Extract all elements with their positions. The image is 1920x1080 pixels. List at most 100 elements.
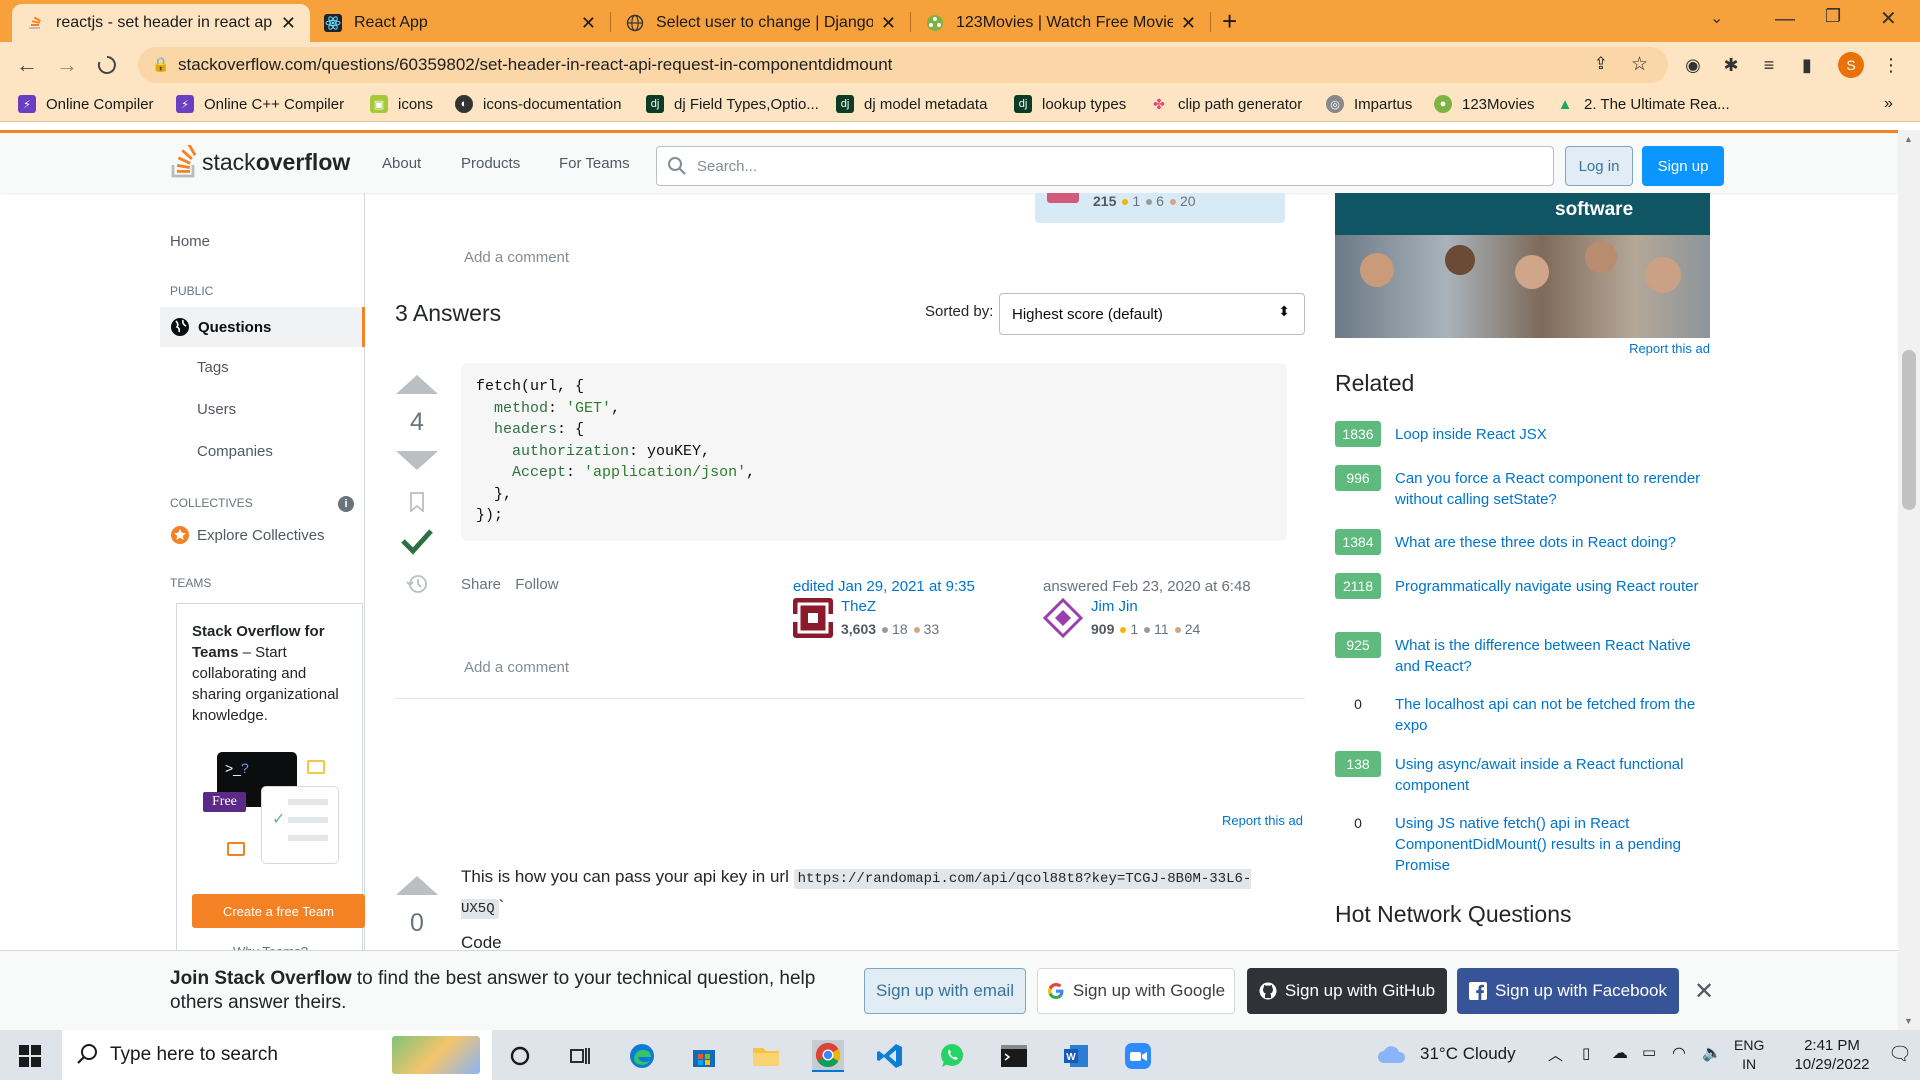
bookmark-dj-field-types[interactable]: dj dj Field Types,Optio... bbox=[646, 95, 819, 113]
media-icon[interactable]: ≡ bbox=[1756, 52, 1782, 78]
signup-email-button[interactable]: Sign up with email bbox=[864, 968, 1026, 1014]
search-input[interactable]: Search... bbox=[656, 146, 1554, 186]
nav-companies[interactable]: Companies bbox=[197, 443, 273, 460]
input-language[interactable]: ENG IN bbox=[1734, 1036, 1764, 1074]
whatsapp-icon[interactable] bbox=[936, 1040, 968, 1072]
onedrive-cloud-icon[interactable]: ☁ bbox=[1612, 1043, 1628, 1063]
close-tab-icon[interactable]: ✕ bbox=[581, 13, 596, 34]
info-icon[interactable]: i bbox=[338, 496, 354, 512]
close-window-icon[interactable]: ✕ bbox=[1880, 6, 1897, 31]
upvote-arrow-icon[interactable] bbox=[396, 375, 438, 394]
file-explorer-icon[interactable] bbox=[750, 1040, 782, 1072]
edge-icon[interactable] bbox=[626, 1040, 658, 1072]
bookmark-online-compiler[interactable]: ⚡ Online Compiler bbox=[18, 95, 154, 113]
tray-overflow-icon[interactable]: ︿ bbox=[1548, 1044, 1563, 1065]
extension-globe-icon[interactable]: ◉ bbox=[1680, 52, 1706, 78]
signup-google-button[interactable]: Sign up with Google bbox=[1037, 968, 1235, 1014]
signup-button[interactable]: Sign up bbox=[1642, 146, 1724, 186]
nav-tags[interactable]: Tags bbox=[197, 359, 229, 376]
minimize-icon[interactable]: — bbox=[1775, 8, 1795, 31]
close-tab-icon[interactable]: ✕ bbox=[281, 13, 296, 34]
bookmark-icon[interactable] bbox=[395, 492, 439, 518]
so-logo[interactable]: stack overflow bbox=[170, 145, 350, 179]
bookmark-online-cpp-compiler[interactable]: ⚡ Online C++ Compiler bbox=[176, 95, 344, 113]
kebab-menu-icon[interactable]: ⋮ bbox=[1878, 52, 1904, 78]
nav-for-teams[interactable]: For Teams bbox=[559, 155, 630, 172]
volume-icon[interactable]: 🔈 bbox=[1702, 1043, 1722, 1063]
advertisement-image[interactable]: software bbox=[1335, 193, 1710, 338]
tab-123movies[interactable]: 123Movies | Watch Free Movies O ✕ bbox=[912, 4, 1210, 42]
user-avatar[interactable] bbox=[1047, 193, 1079, 203]
bookmark-clip-path-generator[interactable]: ✤ clip path generator bbox=[1150, 95, 1302, 113]
bookmark-icons-documentation[interactable]: ◐ icons-documentation bbox=[455, 95, 621, 113]
url-bar[interactable]: 🔒 stackoverflow.com/questions/60359802/s… bbox=[138, 47, 1668, 83]
login-button[interactable]: Log in bbox=[1565, 146, 1633, 186]
taskbar-search-box[interactable]: Type here to search bbox=[62, 1030, 492, 1080]
scroll-down-arrow-icon[interactable]: ▼ bbox=[1904, 1016, 1913, 1026]
scrollbar-thumb[interactable] bbox=[1902, 350, 1916, 510]
tab-react-app[interactable]: React App ✕ bbox=[310, 4, 610, 42]
phone-link-icon[interactable]: ▯ bbox=[1582, 1044, 1590, 1062]
restore-icon[interactable]: ❐ bbox=[1825, 6, 1841, 27]
follow-link[interactable]: Follow bbox=[515, 576, 558, 593]
share-icon[interactable]: ⇪ bbox=[1594, 54, 1608, 74]
windows-start-icon[interactable] bbox=[14, 1040, 46, 1072]
add-comment-link[interactable]: Add a comment bbox=[464, 659, 569, 676]
bookmark-123movies[interactable]: ● 123Movies bbox=[1434, 95, 1535, 113]
related-link[interactable]: Using JS native fetch() api in React Com… bbox=[1395, 813, 1710, 876]
author-name-link[interactable]: Jim Jin bbox=[1091, 598, 1138, 615]
create-team-button[interactable]: Create a free Team bbox=[192, 894, 365, 928]
close-tab-icon[interactable]: ✕ bbox=[1181, 13, 1196, 34]
user-avatar[interactable] bbox=[1042, 597, 1084, 639]
profile-avatar[interactable]: S bbox=[1838, 52, 1864, 78]
chrome-icon[interactable] bbox=[812, 1040, 844, 1072]
upvote-arrow-icon[interactable] bbox=[396, 876, 438, 895]
history-icon[interactable] bbox=[395, 573, 439, 600]
vscode-icon[interactable] bbox=[874, 1040, 906, 1072]
close-banner-icon[interactable]: ✕ bbox=[1694, 977, 1714, 1006]
tab-django[interactable]: Select user to change | Django si ✕ bbox=[612, 4, 910, 42]
wifi-icon[interactable]: ◠ bbox=[1672, 1043, 1686, 1063]
related-link[interactable]: What are these three dots in React doing… bbox=[1395, 532, 1710, 553]
task-view-icon[interactable] bbox=[564, 1040, 596, 1072]
tab-search-icon[interactable]: ⌄ bbox=[1710, 8, 1723, 28]
nav-users[interactable]: Users bbox=[197, 401, 236, 418]
editor-name-link[interactable]: TheZ bbox=[841, 598, 876, 615]
back-arrow-icon[interactable]: ← bbox=[12, 50, 42, 80]
tab-reactjs[interactable]: reactjs - set header in react api re ✕ bbox=[12, 4, 310, 42]
weather-widget[interactable]: 31°C Cloudy bbox=[1376, 1044, 1516, 1064]
nav-products[interactable]: Products bbox=[461, 155, 520, 172]
signup-facebook-button[interactable]: Sign up with Facebook bbox=[1457, 968, 1679, 1014]
nav-explore-collectives[interactable]: Explore Collectives bbox=[170, 525, 325, 545]
report-ad-link[interactable]: Report this ad bbox=[1629, 341, 1710, 356]
nav-questions[interactable]: Questions bbox=[160, 307, 365, 347]
related-link[interactable]: Using async/await inside a React functio… bbox=[1395, 754, 1710, 796]
edited-timestamp-link[interactable]: edited Jan 29, 2021 at 9:35 bbox=[793, 578, 993, 595]
nav-home[interactable]: Home bbox=[170, 233, 210, 250]
bookmark-impartus[interactable]: ◎ Impartus bbox=[1326, 95, 1412, 113]
add-comment-link[interactable]: Add a comment bbox=[464, 249, 569, 266]
microsoft-store-icon[interactable] bbox=[688, 1040, 720, 1072]
sort-select[interactable]: Highest score (default) ⬍ bbox=[999, 293, 1305, 335]
loading-stop-icon[interactable] bbox=[92, 50, 122, 80]
report-ad-link[interactable]: Report this ad bbox=[1222, 813, 1303, 828]
cortana-icon[interactable] bbox=[504, 1040, 536, 1072]
bookmark-icons[interactable]: ▣ icons bbox=[370, 95, 433, 113]
notifications-icon[interactable]: 🗨 bbox=[1888, 1042, 1912, 1066]
signup-github-button[interactable]: Sign up with GitHub bbox=[1247, 968, 1447, 1014]
side-panel-icon[interactable]: ▮ bbox=[1794, 52, 1820, 78]
word-icon[interactable]: W bbox=[1060, 1040, 1092, 1072]
related-link[interactable]: Can you force a React component to reren… bbox=[1395, 468, 1710, 510]
scroll-up-arrow-icon[interactable]: ▲ bbox=[1904, 134, 1913, 144]
page-scrollbar[interactable]: ▲ ▼ bbox=[1898, 130, 1920, 1030]
more-bookmarks-icon[interactable]: » bbox=[1884, 95, 1893, 113]
zoom-icon[interactable] bbox=[1122, 1040, 1154, 1072]
bookmark-star-icon[interactable]: ☆ bbox=[1631, 53, 1648, 76]
share-link[interactable]: Share bbox=[461, 576, 501, 593]
battery-icon[interactable]: ▭ bbox=[1642, 1043, 1656, 1061]
bookmark-ultimate-react[interactable]: ▲ 2. The Ultimate Rea... bbox=[1556, 95, 1730, 113]
puzzle-icon[interactable]: ✱ bbox=[1718, 52, 1744, 78]
close-tab-icon[interactable]: ✕ bbox=[881, 13, 896, 34]
forward-arrow-icon[interactable]: → bbox=[52, 50, 82, 80]
downvote-arrow-icon[interactable] bbox=[396, 451, 438, 470]
